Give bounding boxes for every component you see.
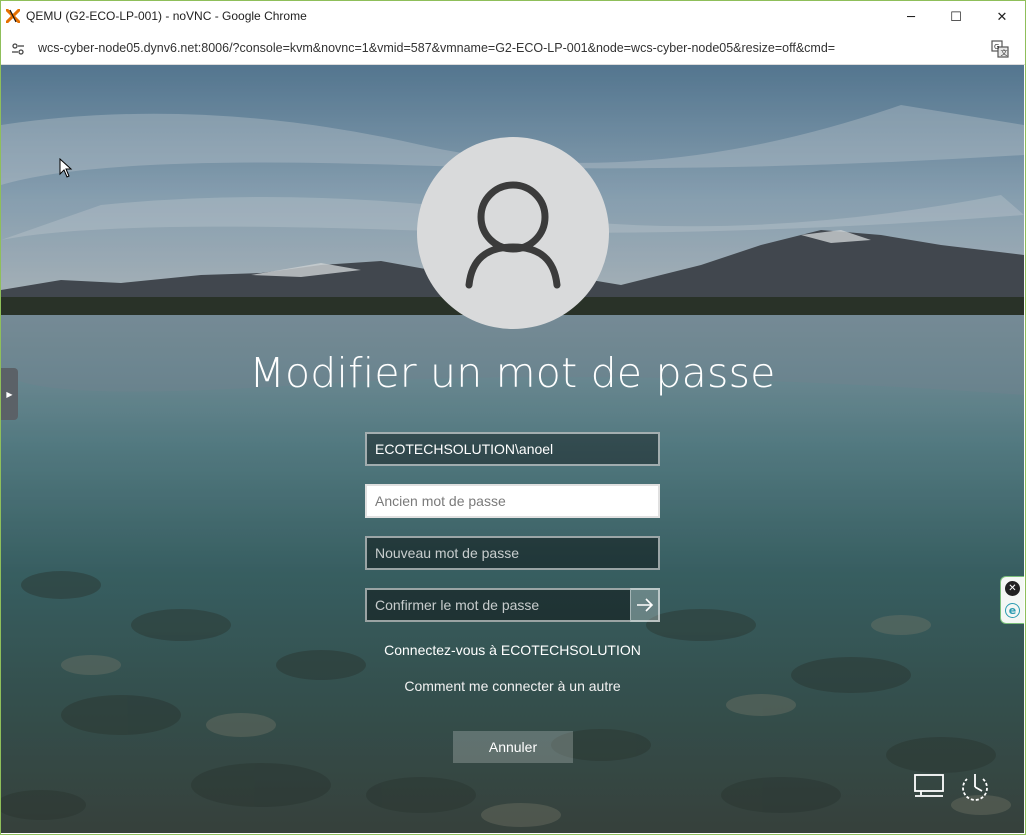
close-icon: ✕ (996, 9, 1008, 25)
cancel-button[interactable]: Annuler (453, 731, 573, 763)
window-titlebar: QEMU (G2-ECO-LP-001) - noVNC - Google Ch… (0, 0, 1026, 32)
extension-panel: ✕ e (1000, 576, 1024, 624)
translate-icon[interactable]: G 文 (991, 40, 1009, 58)
site-settings-icon[interactable] (10, 41, 26, 57)
submit-button[interactable] (630, 588, 660, 622)
extension-e-icon[interactable]: e (1005, 603, 1020, 618)
confirm-password-field[interactable] (365, 588, 630, 622)
remote-screen[interactable]: Modifier un mot de passe Connectez-vous … (1, 65, 1024, 833)
other-domain-link[interactable]: Comment me connecter à un autre (1, 678, 1024, 694)
close-window-button[interactable]: ✕ (979, 1, 1025, 33)
maximize-button[interactable]: ☐ (933, 1, 979, 33)
accessibility-power-icon[interactable] (959, 771, 991, 803)
minimize-button[interactable]: ─ (888, 1, 934, 33)
arrow-right-icon (636, 598, 653, 612)
network-icon[interactable] (913, 773, 945, 801)
user-avatar-icon (465, 181, 561, 289)
qemu-logo-icon (6, 9, 20, 23)
close-icon[interactable]: ✕ (1005, 581, 1020, 596)
window-title: QEMU (G2-ECO-LP-001) - noVNC - Google Ch… (26, 9, 307, 23)
page-title: Modifier un mot de passe (249, 349, 776, 397)
old-password-field[interactable] (365, 484, 660, 518)
maximize-icon: ☐ (950, 9, 962, 25)
svg-text:文: 文 (1001, 48, 1008, 57)
chevron-right-icon: ▶ (6, 389, 13, 399)
svg-text:G: G (994, 43, 999, 51)
address-bar[interactable]: wcs-cyber-node05.dynv6.net:8006/?console… (0, 32, 1026, 65)
minimize-icon: ─ (907, 9, 915, 25)
novnc-control-handle[interactable]: ▶ (1, 368, 18, 420)
user-avatar (417, 137, 609, 329)
url-text[interactable]: wcs-cyber-node05.dynv6.net:8006/?console… (38, 41, 835, 55)
username-field[interactable] (365, 432, 660, 466)
new-password-field[interactable] (365, 536, 660, 570)
connect-domain-link[interactable]: Connectez-vous à ECOTECHSOLUTION (1, 642, 1024, 658)
mouse-cursor-icon (59, 158, 73, 178)
